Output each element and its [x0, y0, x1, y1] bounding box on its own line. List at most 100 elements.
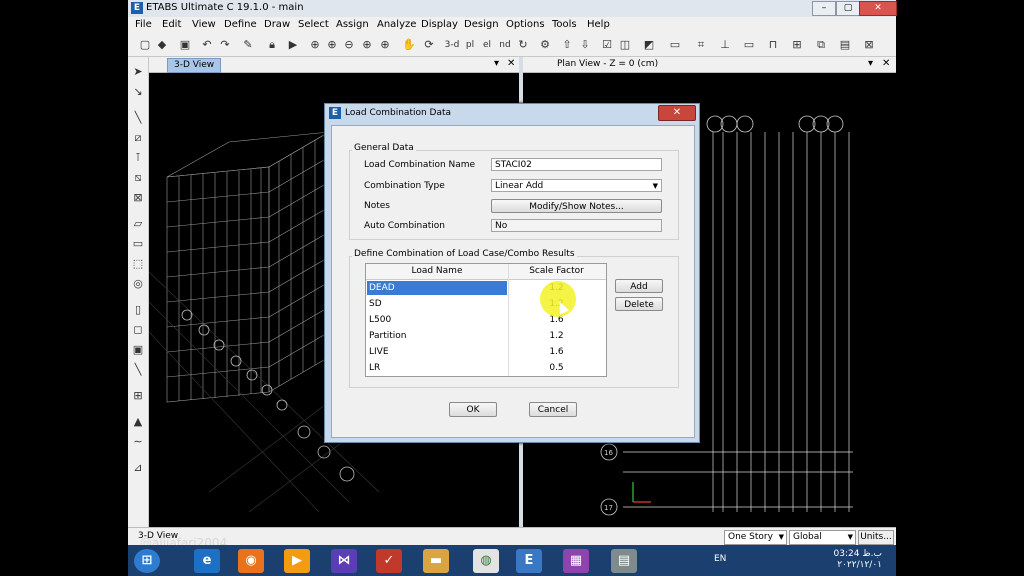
pane-close-icon[interactable]: ✕ [507, 58, 515, 69]
zoom-out-icon[interactable]: ⊖ [342, 38, 356, 52]
circle-icon[interactable]: ◎ [131, 277, 145, 291]
plan-view-tab[interactable]: Plan View - Z = 0 (cm) [551, 58, 665, 71]
link-icon[interactable]: ╲ [131, 363, 145, 377]
load-name-cell[interactable]: SD [367, 297, 507, 311]
media-player-icon[interactable]: ▶ [284, 549, 310, 573]
shrink-icon[interactable]: ◩ [642, 38, 656, 52]
table-row[interactable]: L500 1.6 [366, 312, 606, 328]
col-load-name[interactable]: Load Name [366, 266, 508, 276]
lock-icon[interactable]: 🔒︎ [265, 38, 279, 52]
wave-icon[interactable]: ∼ [131, 435, 145, 449]
scale-factor-cell[interactable]: 0.5 [509, 361, 604, 375]
zoom-fit-icon[interactable]: ⊕ [360, 38, 374, 52]
delete-button[interactable]: Delete [615, 297, 663, 311]
options-icon[interactable]: ⚙ [538, 38, 552, 52]
plan-view-button[interactable]: pl [463, 38, 477, 52]
folder-icon[interactable]: ▬ [423, 549, 449, 573]
visual-studio-icon[interactable]: ⋈ [331, 549, 357, 573]
start-icon[interactable]: ⊞ [134, 549, 160, 573]
menu-display[interactable]: Display [421, 19, 458, 30]
plan-pane-close-icon[interactable]: ✕ [882, 58, 890, 69]
grid-icon[interactable]: ⊞ [790, 38, 804, 52]
zoom-prev-icon[interactable]: ⊕ [378, 38, 392, 52]
add-button[interactable]: Add [615, 279, 663, 293]
opening-icon[interactable]: ◻ [131, 323, 145, 337]
copy-icon[interactable]: ⧉ [814, 38, 828, 52]
check-icon[interactable]: ☑ [600, 38, 614, 52]
nd-button[interactable]: nd [498, 38, 512, 52]
load-name-cell[interactable]: LIVE [367, 345, 507, 359]
modify-show-notes-button[interactable]: Modify/Show Notes... [491, 199, 662, 213]
section-icon[interactable]: ▭ [668, 38, 682, 52]
load-case-table[interactable]: Load Name Scale Factor DEAD 1.2 SD 1.2 L… [365, 263, 607, 377]
move-up-icon[interactable]: ⇧ [560, 38, 574, 52]
run-icon[interactable]: ▶ [286, 38, 300, 52]
paste-icon[interactable]: ▤ [838, 38, 852, 52]
close-button[interactable]: ✕ [859, 1, 897, 16]
elevation-view-button[interactable]: el [480, 38, 494, 52]
frame-icon[interactable]: ⌗ [694, 38, 708, 52]
menu-define[interactable]: Define [224, 19, 257, 30]
pdf-icon[interactable]: ✓ [376, 549, 402, 573]
menu-select[interactable]: Select [298, 19, 329, 30]
pane-menu-icon[interactable]: ▾ [494, 58, 499, 69]
move-down-icon[interactable]: ⇩ [578, 38, 592, 52]
slab-icon[interactable]: ▭ [742, 38, 756, 52]
brace-icon[interactable]: ⧅ [131, 171, 145, 185]
load-name-cell[interactable]: DEAD [367, 281, 507, 295]
winrar-icon[interactable]: ▦ [563, 549, 589, 573]
panel-icon[interactable]: ▣ [131, 343, 145, 357]
area-icon[interactable]: ▱ [131, 217, 145, 231]
beam-icon[interactable]: ⧄ [131, 131, 145, 145]
undo-icon[interactable]: ↶ [200, 38, 214, 52]
menu-analyze[interactable]: Analyze [377, 19, 416, 30]
combination-name-input[interactable]: STACI02 [491, 158, 662, 171]
deck-icon[interactable]: ⊓ [766, 38, 780, 52]
object-icon[interactable]: ◫ [618, 38, 632, 52]
plan-pane-menu-icon[interactable]: ▾ [868, 58, 873, 69]
tools-icon[interactable]: ⊠ [862, 38, 876, 52]
load-name-cell[interactable]: LR [367, 361, 507, 375]
menu-tools[interactable]: Tools [552, 19, 577, 30]
coordinate-select[interactable]: Global ▼ [789, 530, 856, 545]
3d-view-tab[interactable]: 3-D View [167, 58, 222, 73]
quick-area-icon[interactable]: ⬚ [131, 257, 145, 271]
grid-draw-icon[interactable]: ⊞ [131, 389, 145, 403]
cross-brace-icon[interactable]: ⊠ [131, 191, 145, 205]
calculator-icon[interactable]: ▤ [611, 549, 637, 573]
load-name-cell[interactable]: L500 [367, 313, 507, 327]
redo-icon[interactable]: ↷ [218, 38, 232, 52]
zoom-in-icon[interactable]: ⊕ [325, 38, 339, 52]
cancel-button[interactable]: Cancel [529, 402, 577, 417]
open-icon[interactable]: ◆ [155, 38, 169, 52]
new-icon[interactable]: ▢ [138, 38, 152, 52]
units-button[interactable]: Units... [858, 530, 894, 545]
etabs-taskbar-icon[interactable]: E [516, 549, 542, 573]
ie-icon[interactable]: e [194, 549, 220, 573]
menu-design[interactable]: Design [464, 19, 499, 30]
menu-view[interactable]: View [192, 19, 216, 30]
firefox-icon[interactable]: ◉ [238, 549, 264, 573]
scale-factor-cell[interactable]: 1.2 [509, 329, 604, 343]
pen-icon[interactable]: ✎ [241, 38, 255, 52]
menu-edit[interactable]: Edit [162, 19, 181, 30]
column-icon[interactable]: ⊺ [131, 151, 145, 165]
maximize-button[interactable]: ▢ [836, 1, 860, 16]
menu-file[interactable]: File [135, 19, 152, 30]
chrome-icon[interactable]: ◍ [473, 549, 499, 573]
minimize-button[interactable]: – [812, 1, 836, 16]
table-row[interactable]: LIVE 1.6 [366, 344, 606, 360]
pan-icon[interactable]: ✋ [402, 38, 416, 52]
wall-draw-icon[interactable]: ▯ [131, 303, 145, 317]
save-icon[interactable]: ▣ [178, 38, 192, 52]
rect-area-icon[interactable]: ▭ [131, 237, 145, 251]
combination-type-select[interactable]: Linear Add ▼ [491, 179, 662, 192]
line-icon[interactable]: ╲ [131, 111, 145, 125]
menu-assign[interactable]: Assign [336, 19, 369, 30]
3d-view-button[interactable]: 3-d [444, 38, 460, 52]
menu-options[interactable]: Options [506, 19, 545, 30]
load-name-cell[interactable]: Partition [367, 329, 507, 343]
refresh-icon[interactable]: ↻ [516, 38, 530, 52]
ok-button[interactable]: OK [449, 402, 497, 417]
rotate-icon[interactable]: ⟳ [422, 38, 436, 52]
